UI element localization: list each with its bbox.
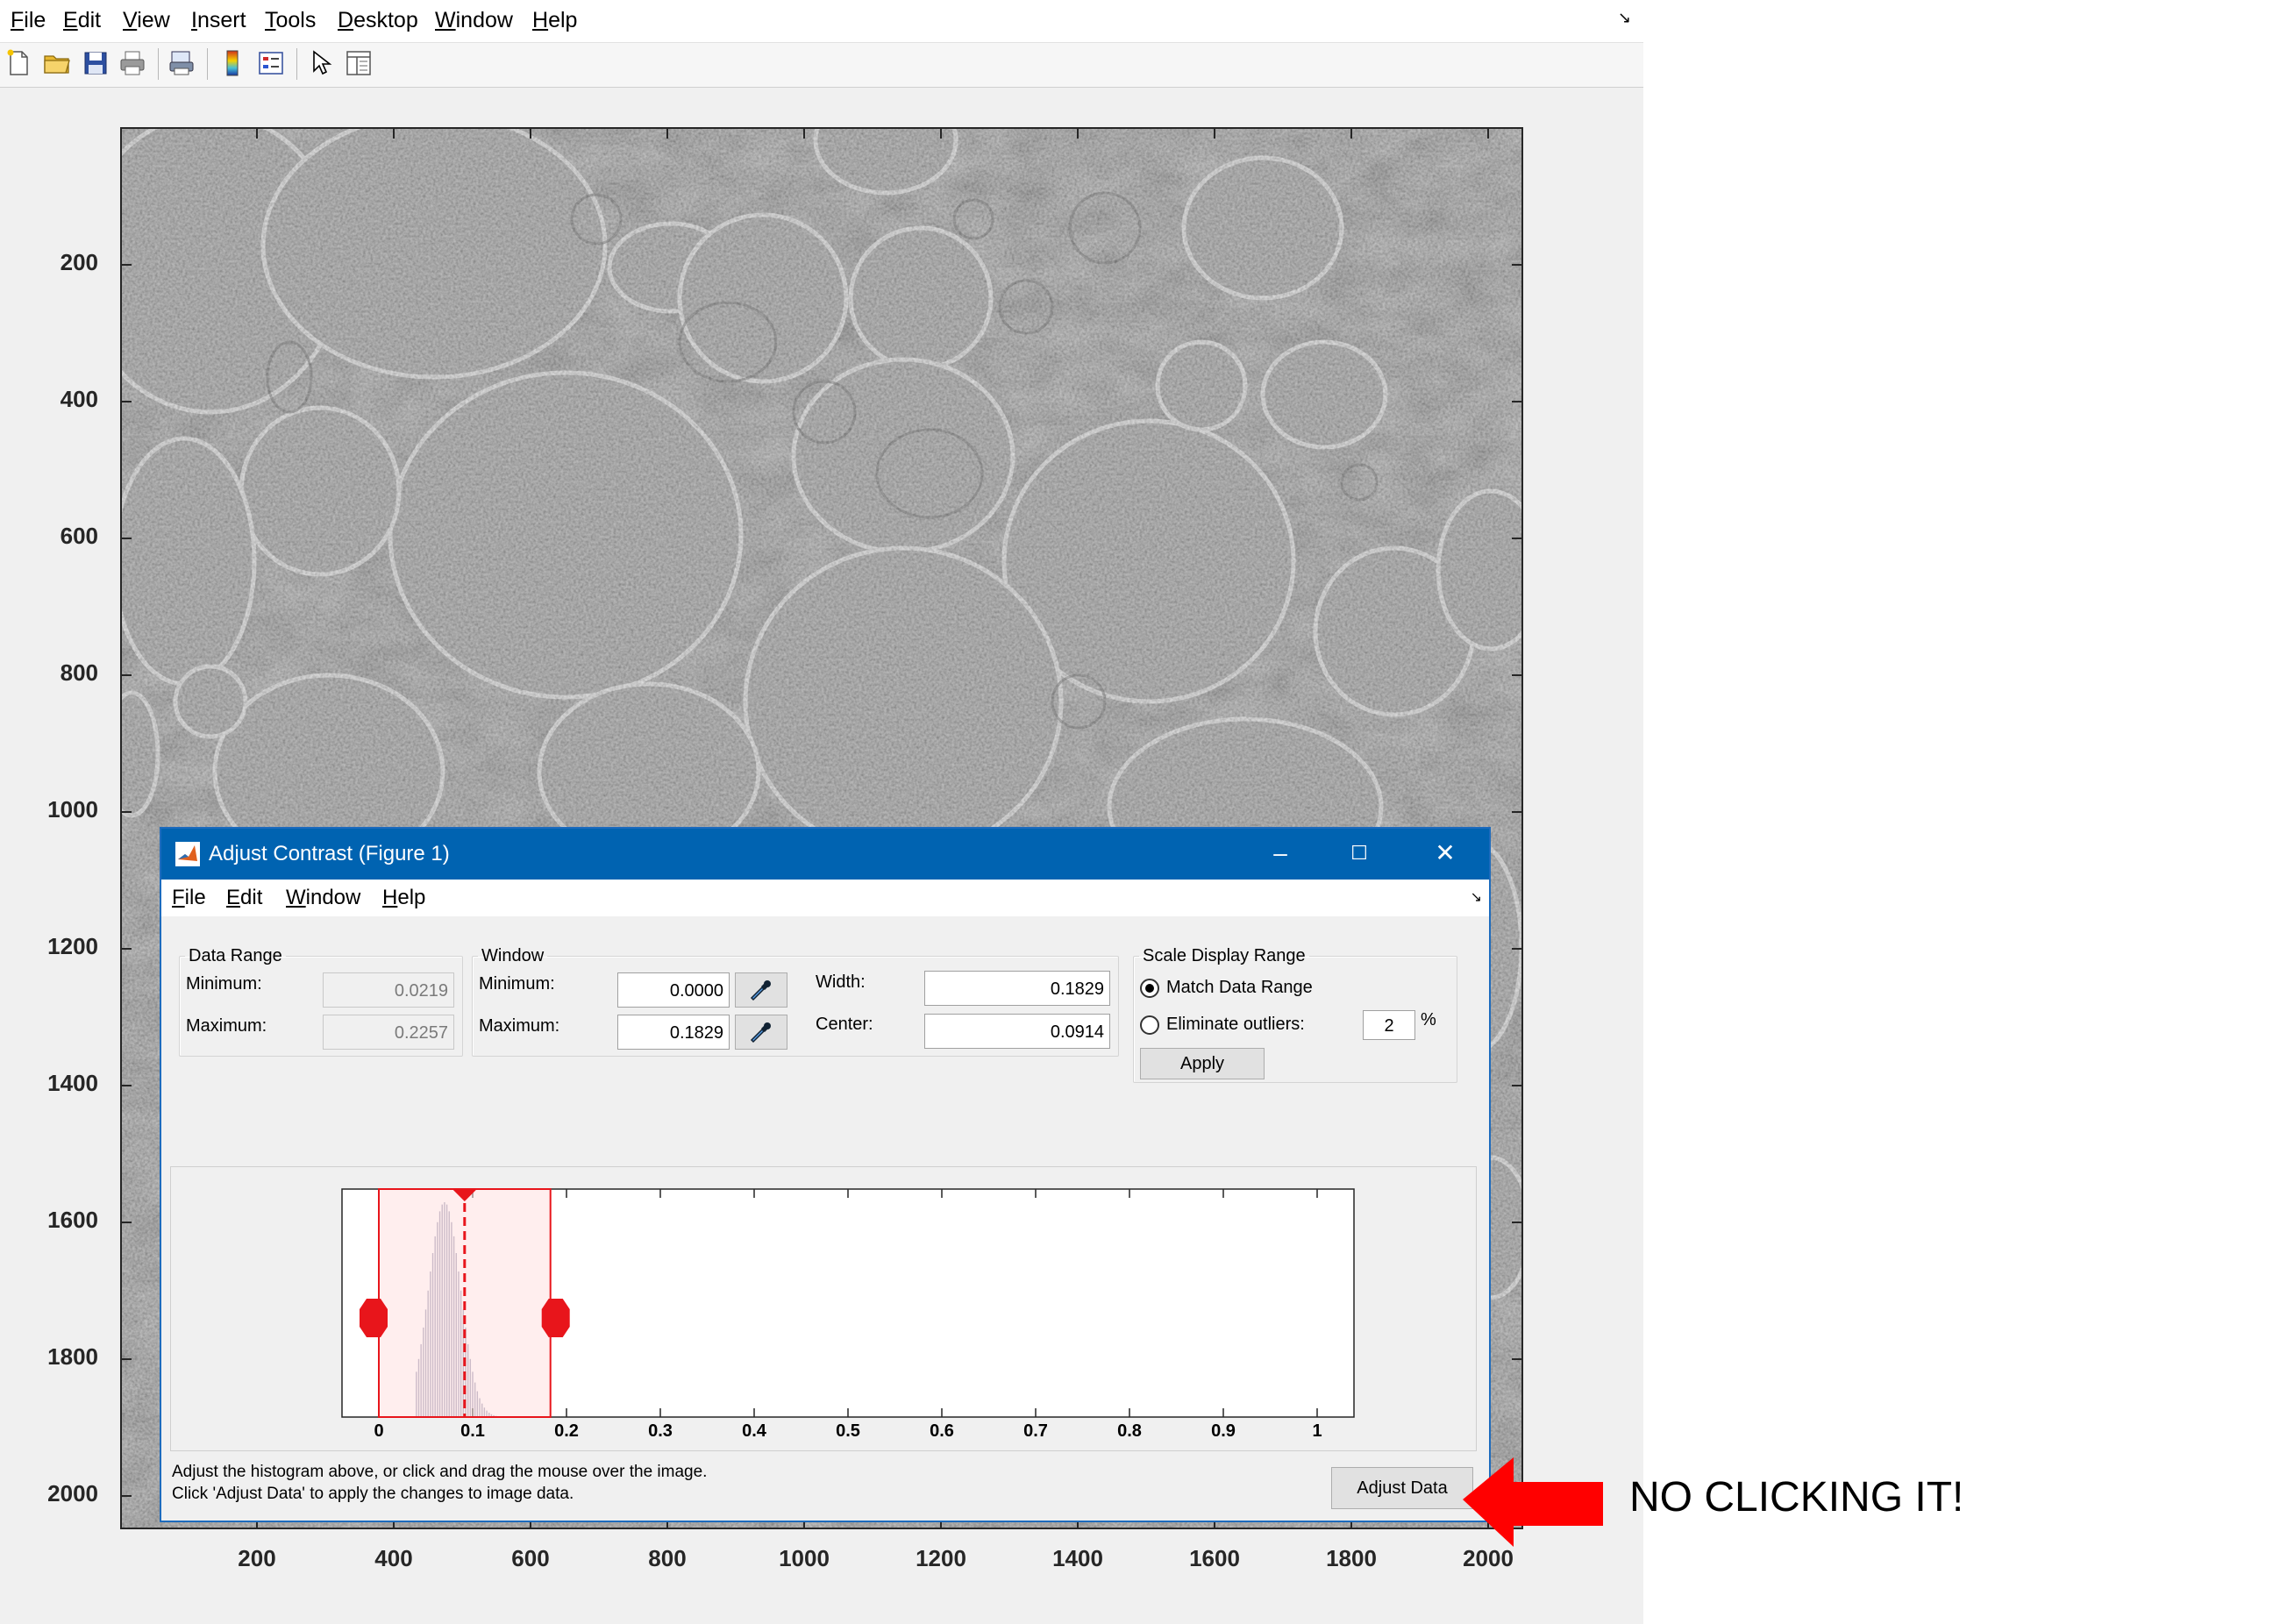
hist-tick-label: 0 — [374, 1421, 384, 1441]
x-tick-label: 1600 — [1189, 1545, 1240, 1571]
red-arrow-annotation — [1463, 1457, 1603, 1547]
x-tick-label: 1800 — [1326, 1545, 1377, 1571]
data-max-field: 0.2257 — [323, 1015, 454, 1050]
hist-tick-label: 0.7 — [1023, 1421, 1048, 1441]
adjust-contrast-dialog: Adjust Contrast (Figure 1) – ☐ ✕ File Ed… — [160, 827, 1491, 1522]
histogram-plot[interactable] — [171, 1167, 1478, 1452]
y-tick-label: 800 — [60, 659, 98, 686]
eliminate-outliers-label[interactable]: Eliminate outliers: — [1166, 1015, 1305, 1035]
window-width-label: Width: — [816, 972, 866, 992]
y-tick-label: 1400 — [47, 1070, 98, 1096]
window-group-title: Window — [481, 946, 545, 965]
y-tick-label: 600 — [60, 523, 98, 549]
match-data-range-radio[interactable] — [1140, 979, 1159, 998]
pipette-min-button[interactable] — [735, 972, 787, 1008]
data-min-label: Minimum: — [186, 974, 262, 994]
y-tick-label: 1000 — [47, 796, 98, 823]
y-tick-label: 2000 — [47, 1480, 98, 1506]
window-center-label: Center: — [816, 1015, 873, 1034]
hist-tick-label: 0.2 — [554, 1421, 579, 1441]
adjust-data-button[interactable]: Adjust Data — [1331, 1467, 1473, 1509]
dialog-menubar: File Edit Window Help ↘ — [161, 880, 1489, 916]
hist-tick-label: 0.6 — [930, 1421, 954, 1441]
help-text-line2: Click 'Adjust Data' to apply the changes… — [172, 1485, 574, 1503]
x-tick-label: 400 — [374, 1545, 413, 1571]
dialog-title-bar[interactable]: Adjust Contrast (Figure 1) – ☐ ✕ — [161, 829, 1489, 880]
data-range-title: Data Range — [189, 946, 282, 965]
dialog-menu-file[interactable]: File — [172, 886, 206, 910]
max-handle[interactable] — [541, 1299, 570, 1337]
min-handle[interactable] — [360, 1299, 388, 1337]
eliminate-outliers-radio[interactable] — [1140, 1015, 1159, 1035]
histogram-window[interactable] — [360, 1188, 570, 1418]
data-min-field: 0.0219 — [323, 972, 454, 1008]
pipette-max-button[interactable] — [735, 1015, 787, 1050]
help-text-line1: Adjust the histogram above, or click and… — [172, 1463, 708, 1481]
y-tick-label: 1200 — [47, 933, 98, 959]
y-tick-label: 200 — [60, 249, 98, 275]
window-min-label: Minimum: — [479, 974, 555, 994]
minimize-button[interactable]: – — [1263, 836, 1298, 871]
dialog-menu-edit[interactable]: Edit — [226, 886, 262, 910]
x-tick-label: 600 — [511, 1545, 550, 1571]
y-tick-label: 1600 — [47, 1207, 98, 1233]
hist-tick-label: 0.1 — [460, 1421, 485, 1441]
close-button[interactable]: ✕ — [1428, 836, 1463, 871]
hist-tick-label: 1 — [1312, 1421, 1322, 1441]
hist-tick-label: 0.3 — [648, 1421, 673, 1441]
hist-tick-label: 0.4 — [742, 1421, 766, 1441]
match-data-range-label[interactable]: Match Data Range — [1166, 978, 1313, 998]
x-tick-label: 200 — [238, 1545, 276, 1571]
matlab-logo-icon — [175, 842, 200, 866]
x-tick-label: 800 — [648, 1545, 687, 1571]
dialog-menu-window[interactable]: Window — [286, 886, 360, 910]
dialog-menu-help[interactable]: Help — [382, 886, 425, 910]
window-max-input[interactable]: 0.1829 — [617, 1015, 730, 1050]
hist-tick-label: 0.9 — [1211, 1421, 1236, 1441]
warning-annotation: NO CLICKING IT! — [1629, 1474, 1964, 1521]
x-tick-label: 1400 — [1052, 1545, 1103, 1571]
data-max-label: Maximum: — [186, 1016, 267, 1036]
hist-tick-label: 0.5 — [836, 1421, 860, 1441]
window-max-label: Maximum: — [479, 1016, 560, 1036]
dialog-dock-icon[interactable]: ↘ — [1471, 888, 1482, 906]
window-center-input[interactable]: 0.0914 — [924, 1014, 1110, 1049]
x-tick-label: 1200 — [916, 1545, 966, 1571]
scale-group-title: Scale Display Range — [1143, 946, 1306, 965]
y-tick-label: 1800 — [47, 1343, 98, 1370]
window-min-input[interactable]: 0.0000 — [617, 972, 730, 1008]
eyedropper-icon — [750, 980, 771, 1001]
x-tick-label: 1000 — [779, 1545, 830, 1571]
hist-tick-label: 0.8 — [1117, 1421, 1142, 1441]
y-tick-label: 400 — [60, 386, 98, 412]
eyedropper-icon — [750, 1022, 771, 1043]
outliers-percent-input[interactable]: 2 — [1363, 1010, 1415, 1040]
maximize-button[interactable]: ☐ — [1342, 836, 1377, 871]
apply-button[interactable]: Apply — [1140, 1048, 1265, 1079]
histogram-panel: 0 0.1 0.2 0.3 0.4 0.5 0.6 0.7 0.8 0.9 1 — [170, 1166, 1477, 1451]
window-width-input[interactable]: 0.1829 — [924, 971, 1110, 1006]
dialog-title: Adjust Contrast (Figure 1) — [209, 842, 450, 865]
percent-symbol: % — [1421, 1010, 1436, 1029]
